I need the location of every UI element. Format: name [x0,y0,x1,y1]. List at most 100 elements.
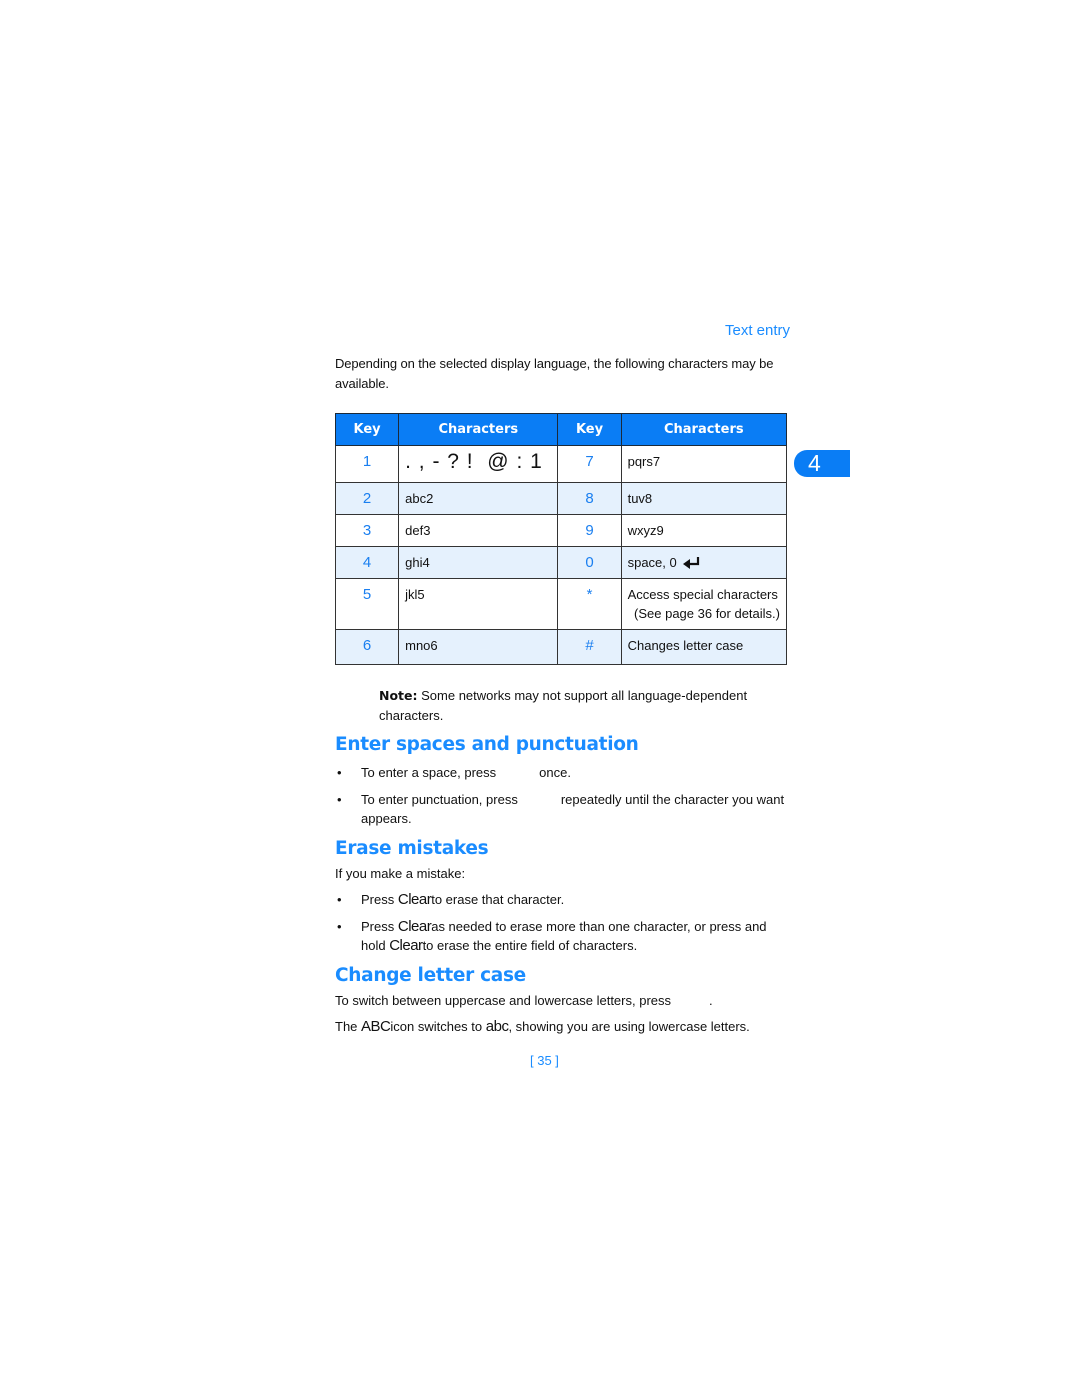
chars-label: ghi4 [405,555,430,570]
chars-cell: pqrs7 [620,445,788,483]
key-label: 6 [362,637,372,654]
bullet-text: Press [361,892,395,907]
clear-key-label: Clear [397,891,432,908]
key-label: 1 [362,453,372,470]
chars-cell: def3 [398,514,559,547]
case-line-1: To switch between uppercase and lowercas… [335,991,795,1010]
case-text: To switch between uppercase and lowercas… [335,993,672,1008]
key-cell: 0 [557,546,622,579]
header-characters-left: Characters [398,413,559,446]
key-cell: 3 [334,514,400,547]
chars-cell: space, 0 [620,546,788,579]
key-label: 8 [585,490,594,507]
chars-cell: . , - ? ! @ : 1 [398,445,559,483]
bullet-text: to erase the entire field of characters. [422,938,638,953]
header-characters-right: Characters [620,413,788,446]
header-key-right: Key [557,413,622,446]
header-key-left: Key [334,413,400,446]
key-label: 7 [585,453,594,470]
section-title-spaces: Enter spaces and punctuation [335,734,639,755]
key-label: 5 [362,586,372,603]
chars-label: space, 0 [627,555,677,570]
note: Note: Some networks may not support all … [379,686,789,725]
page-number: [ 35 ] [530,1053,559,1068]
bullet-icon: • [337,892,342,907]
key-cell: * [557,578,622,630]
erase-bullets: • Press Clearto erase that character. • Pr… [335,890,790,955]
list-item: • To enter punctuation, press repeatedly u… [335,790,790,828]
chars-label: jkl5 [405,587,425,602]
bullet-icon: • [337,765,342,780]
chars-cell: Access special characters (See page 36 fo… [620,578,788,630]
chars-cell: wxyz9 [620,514,788,547]
bullet-icon: • [337,792,342,807]
spaces-bullets: • To enter a space, press once. • To enter … [335,763,790,828]
case-text: icon switches to [390,1019,483,1034]
key-cell: 4 [334,546,400,579]
list-item: • Press Clearto erase that character. [335,890,790,909]
key-label: 0 [585,554,594,571]
bullet-text: To enter punctuation, press [361,792,518,807]
chars-label: Access special characters [627,587,778,602]
chars-cell: ghi4 [398,546,559,579]
note-text: Some networks may not support all langua… [379,688,748,723]
chars-label: def3 [405,523,431,538]
running-head: Text entry [725,322,791,339]
chars-cell: abc2 [398,482,559,515]
chapter-tab: 4 [794,450,850,477]
case-line-2: The ABCicon switches to abc, showing you… [335,1017,795,1036]
table-row: 6 mno6 # Changes letter case [334,629,788,665]
chars-label: wxyz9 [627,523,664,538]
list-item: • To enter a space, press once. [335,763,790,782]
table-row: 3 def3 9 wxyz9 [334,514,788,547]
bullet-text: to erase that character. [431,892,565,907]
case-text: The [335,1019,358,1034]
table-row: 1 . , - ? ! @ : 1 7 pqrs7 [334,445,788,483]
key-label: 3 [362,522,372,539]
table-row: 4 ghi4 0 space, 0 [334,546,788,579]
key-cell: 2 [334,482,400,515]
note-label: Note: [379,688,418,703]
key-label: 9 [585,522,594,539]
intro-paragraph: Depending on the selected display langua… [335,356,774,391]
uppercase-indicator: ABC [361,1018,391,1035]
key-label: # [585,637,594,654]
chars-cell: tuv8 [620,482,788,515]
erase-lead: If you make a mistake: [335,866,466,881]
table-header-row: Key Characters Key Characters [334,413,788,446]
bullet-icon: • [337,919,342,934]
case-text: . [709,993,713,1008]
chars-label: abc2 [405,491,434,506]
case-text: , showing you are using lowercase letter… [508,1019,750,1034]
chars-label: . , - ? ! @ : 1 [405,450,543,473]
key-label: 4 [362,554,372,571]
bullet-text: once. [539,765,571,780]
bullet-text: To enter a space, press [361,765,497,780]
clear-key-label: Clear [397,918,432,935]
table-row: 5 jkl5 * Access special characters (See p… [334,578,788,630]
enter-arrow-icon [682,557,699,569]
key-character-table: Key Characters Key Characters 1 . , - ? … [334,413,788,665]
key-cell: 8 [557,482,622,515]
key-cell: 1 [334,445,400,483]
chars-label: mno6 [405,638,438,653]
list-item: • Press Clearas needed to erase more than… [335,917,790,955]
key-cell: 9 [557,514,622,547]
chars-label-line2: (See page 36 for details.) [634,606,780,621]
section-title-case: Change letter case [335,965,526,986]
table-row: 2 abc2 8 tuv8 [334,482,788,515]
key-cell: 6 [334,629,400,665]
lowercase-indicator: abc [485,1018,509,1035]
section-title-erase: Erase mistakes [335,838,489,859]
key-cell: 5 [334,578,400,630]
chars-cell: Changes letter case [620,629,788,665]
bullet-text: Press [361,919,395,934]
key-cell: # [557,629,622,665]
chars-label: tuv8 [627,491,653,506]
key-label: * [586,586,593,603]
clear-key-label: Clear [389,937,423,954]
key-cell: 7 [557,445,622,483]
key-label: 2 [362,490,372,507]
chars-cell: mno6 [398,629,559,665]
chars-label: Changes letter case [627,638,744,653]
